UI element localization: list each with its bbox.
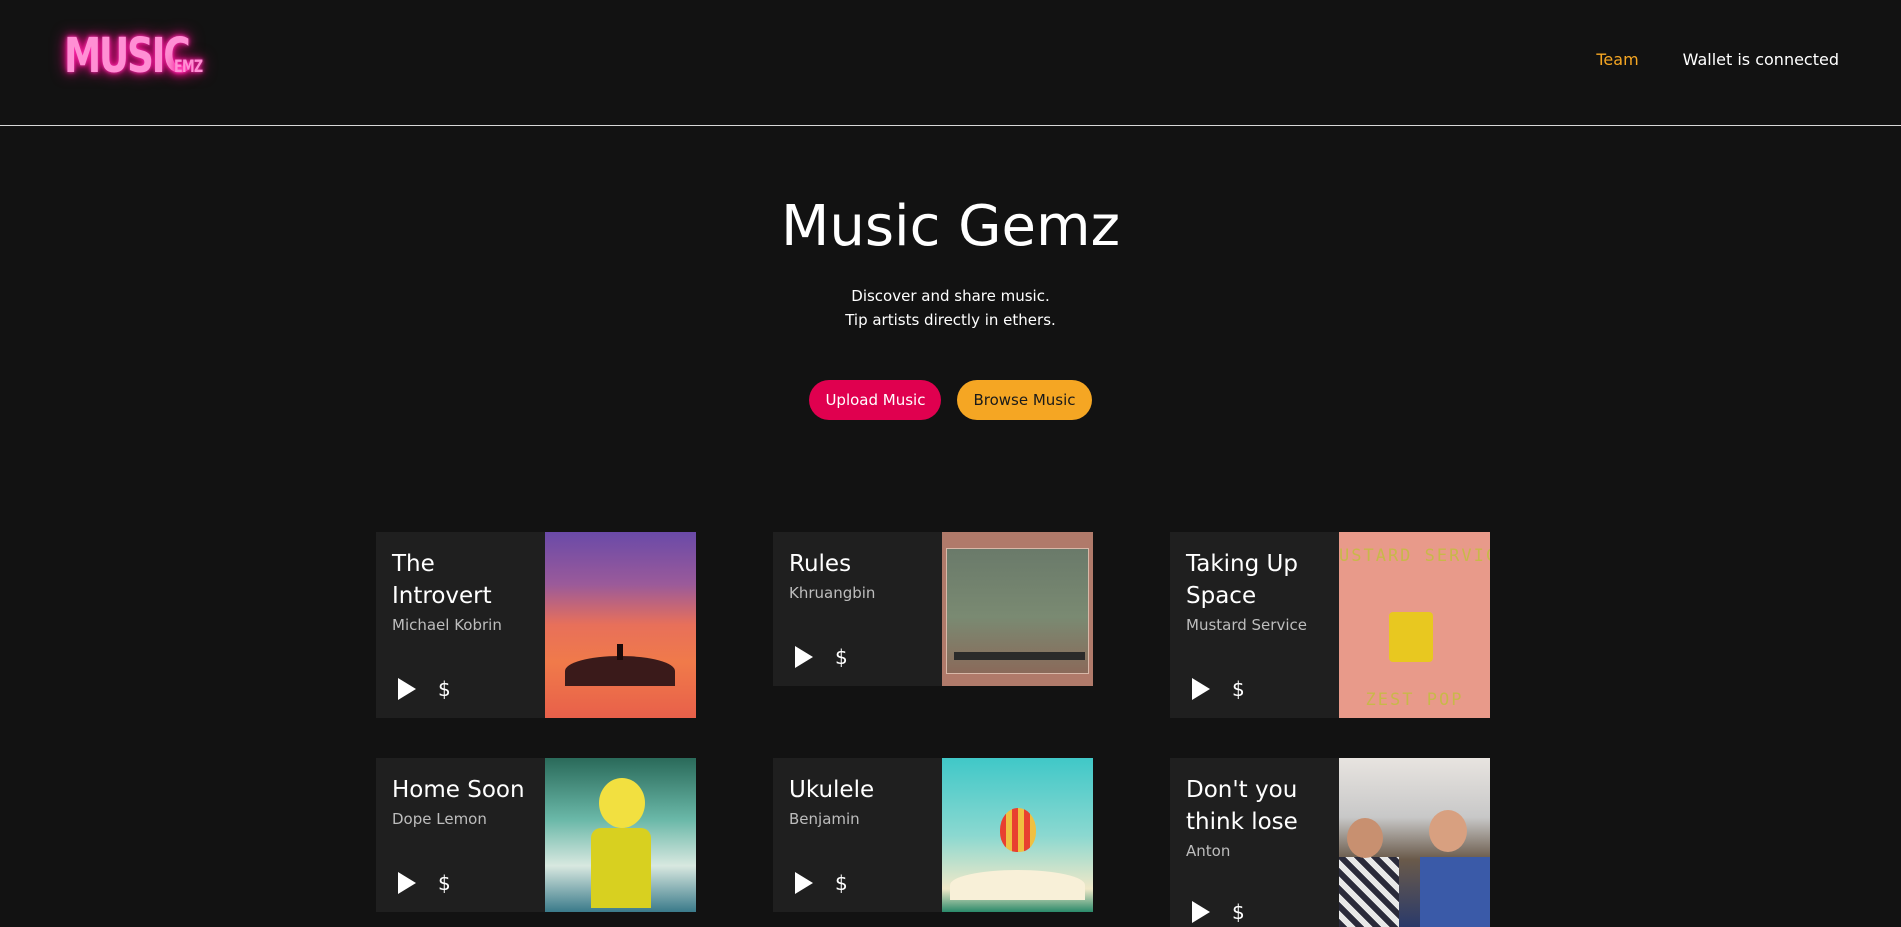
play-icon[interactable] [795, 646, 813, 668]
wallet-status[interactable]: Wallet is connected [1683, 50, 1839, 70]
album-art-detail [617, 644, 623, 660]
song-artist: Khruangbin [789, 584, 876, 602]
album-art-detail [1339, 857, 1399, 927]
song-artist: Dope Lemon [392, 810, 487, 828]
play-icon[interactable] [1192, 901, 1210, 923]
song-controls: $ [398, 872, 451, 894]
album-art-detail [1429, 810, 1467, 852]
song-card-info: The Introvert Michael Kobrin $ [376, 532, 545, 718]
album-art-detail [565, 656, 675, 686]
song-card: The Introvert Michael Kobrin $ [376, 532, 696, 718]
logo-sub-text: EMZ [174, 57, 203, 77]
song-controls: $ [398, 678, 451, 700]
album-art-detail [1420, 857, 1490, 927]
song-card-info: Rules Khruangbin $ [773, 532, 942, 686]
album-art-text: USTARD SERVIC [1339, 546, 1490, 566]
song-controls: $ [1192, 901, 1245, 923]
play-icon[interactable] [398, 678, 416, 700]
song-card: Rules Khruangbin $ [773, 532, 1093, 686]
song-artist: Benjamin [789, 810, 860, 828]
song-artist: Anton [1186, 842, 1231, 860]
song-controls: $ [795, 872, 848, 894]
song-card-info: Taking Up Space Mustard Service $ [1170, 532, 1339, 718]
dollar-icon[interactable]: $ [835, 646, 848, 668]
song-title: Home Soon [392, 777, 525, 803]
album-art-detail [599, 778, 645, 828]
dollar-icon[interactable]: $ [1232, 901, 1245, 923]
site-header: MUSIC EMZ Team Wallet is connected [0, 0, 1901, 126]
dollar-icon[interactable]: $ [438, 872, 451, 894]
album-art: USTARD SERVIC ZEST POP [1339, 532, 1490, 718]
song-card: Ukulele Benjamin $ [773, 758, 1093, 912]
song-card: Taking Up Space Mustard Service $ USTARD… [1170, 532, 1490, 718]
album-art [545, 532, 696, 718]
album-art-detail [954, 652, 1085, 660]
album-art-detail [1347, 818, 1383, 858]
song-card-info: Don't you think lose Anton $ [1170, 758, 1339, 927]
upload-music-button[interactable]: Upload Music [809, 380, 942, 420]
song-card-info: Ukulele Benjamin $ [773, 758, 942, 912]
hero-line-2: Tip artists directly in ethers. [845, 311, 1056, 329]
album-art-text: ZEST POP [1365, 690, 1464, 710]
song-artist: Mustard Service [1186, 616, 1307, 634]
page-title: Music Gemz [781, 194, 1120, 259]
song-card: Home Soon Dope Lemon $ [376, 758, 696, 912]
album-art [942, 532, 1093, 686]
song-card: Don't you think lose Anton $ [1170, 758, 1490, 927]
dollar-icon[interactable]: $ [835, 872, 848, 894]
dollar-icon[interactable]: $ [1232, 678, 1245, 700]
song-title: Taking Up Space [1186, 551, 1298, 609]
song-artist: Michael Kobrin [392, 616, 502, 634]
play-icon[interactable] [1192, 678, 1210, 700]
song-title: Ukulele [789, 777, 875, 803]
song-title: Rules [789, 551, 852, 577]
top-nav: Team Wallet is connected [1596, 50, 1839, 70]
song-controls: $ [795, 646, 848, 668]
browse-music-button[interactable]: Browse Music [957, 380, 1092, 420]
hero-subtitle: Discover and share music. Tip artists di… [0, 284, 1901, 332]
album-art-detail [1000, 808, 1036, 852]
album-art [545, 758, 696, 912]
song-card-info: Home Soon Dope Lemon $ [376, 758, 545, 912]
logo-main-text: MUSIC [64, 28, 191, 84]
album-art [942, 758, 1093, 912]
play-icon[interactable] [398, 872, 416, 894]
song-controls: $ [1192, 678, 1245, 700]
album-art-detail [1389, 612, 1433, 662]
album-art [1339, 758, 1490, 927]
song-title: Don't you think lose [1186, 777, 1298, 835]
nav-team-link[interactable]: Team [1596, 50, 1638, 70]
dollar-icon[interactable]: $ [438, 678, 451, 700]
album-art-detail [950, 870, 1085, 900]
site-logo[interactable]: MUSIC EMZ [64, 30, 212, 82]
hero-line-1: Discover and share music. [851, 287, 1050, 305]
hero-actions: Upload Music Browse Music [0, 380, 1901, 420]
song-title: The Introvert [392, 551, 492, 609]
play-icon[interactable] [795, 872, 813, 894]
album-art-detail [591, 828, 651, 908]
